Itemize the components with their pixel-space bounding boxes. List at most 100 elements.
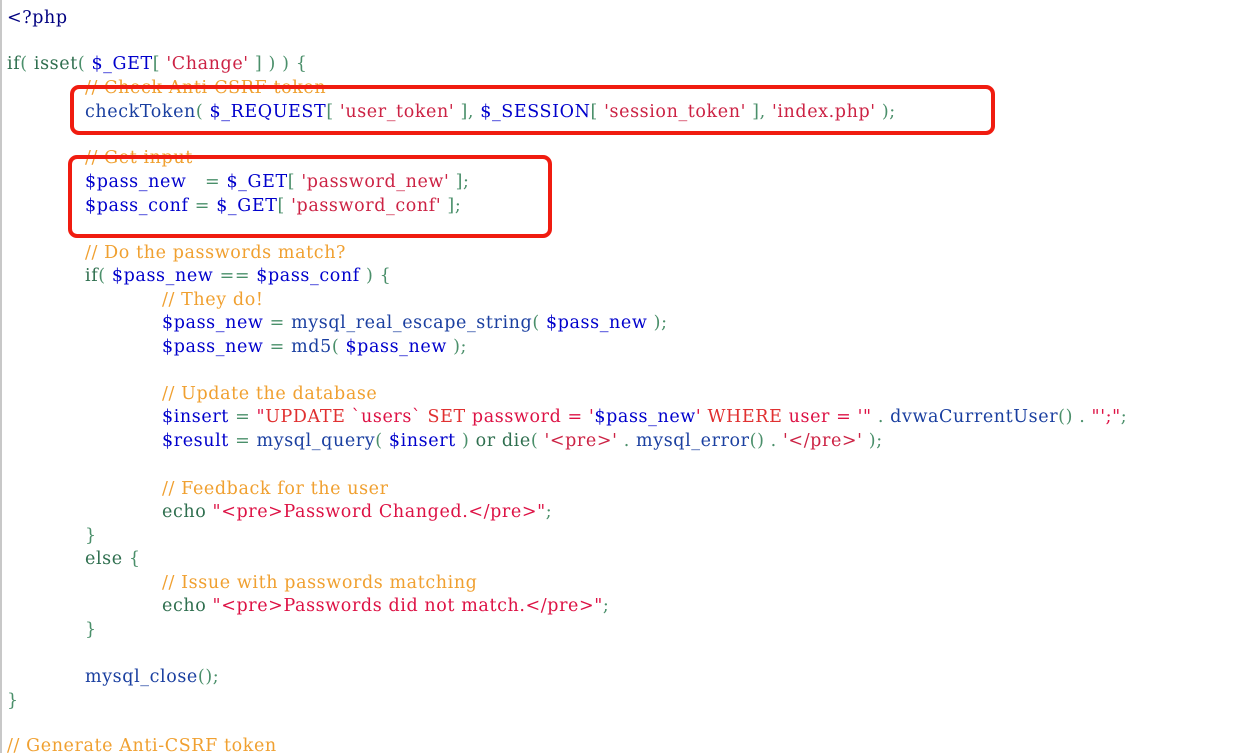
- code-token: mysql_error: [636, 431, 750, 451]
- code-string: 'index.php': [772, 102, 876, 122]
- code-punctuation: [: [288, 172, 295, 192]
- code-punctuation: );: [869, 431, 883, 451]
- code-comment: // Get input: [85, 148, 193, 168]
- code-comment: // Generate Anti-CSRF token: [7, 736, 277, 753]
- code-line: checkToken( $_REQUEST[ 'user_token' ], $…: [85, 100, 896, 124]
- code-punctuation: =: [235, 407, 250, 427]
- code-punctuation: ];: [447, 196, 461, 216]
- code-punctuation: =: [235, 431, 250, 451]
- code-punctuation: .: [1079, 407, 1085, 427]
- code-punctuation: {: [129, 549, 141, 569]
- code-punctuation: .: [771, 431, 777, 451]
- code-punctuation: ],: [752, 102, 766, 122]
- code-token: die: [502, 431, 531, 451]
- code-string: 'password_conf': [291, 196, 441, 216]
- code-line: echo "<pre>Password Changed.</pre>";: [162, 500, 552, 524]
- code-line: // Check Anti-CSRF token: [85, 76, 326, 100]
- code-string: '<pre>': [544, 431, 617, 451]
- code-punctuation: (: [196, 102, 203, 122]
- code-line: }: [85, 618, 97, 642]
- code-token: $_SESSION: [480, 102, 590, 122]
- code-line: mysql_close();: [85, 665, 219, 689]
- code-token: $pass_new: [112, 266, 214, 286]
- code-token: $pass_new: [162, 337, 264, 357]
- code-token: else: [85, 549, 123, 569]
- code-line: }: [85, 524, 97, 548]
- code-line: // Feedback for the user: [162, 477, 389, 501]
- code-line: // Issue with passwords matching: [162, 571, 478, 595]
- code-punctuation: [: [278, 196, 285, 216]
- code-punctuation: );: [882, 102, 896, 122]
- code-token: or: [476, 431, 496, 451]
- code-line: echo "<pre>Passwords did not match.</pre…: [162, 594, 609, 618]
- code-punctuation: (): [1058, 407, 1073, 427]
- code-sql-keyword: WHERE: [707, 407, 782, 427]
- code-punctuation: ==: [220, 266, 251, 286]
- code-token: echo: [162, 596, 206, 616]
- code-punctuation: ): [269, 54, 276, 74]
- code-punctuation: (: [20, 54, 27, 74]
- code-line: $pass_new = md5( $pass_new );: [162, 335, 467, 359]
- code-token: $_GET: [226, 172, 287, 192]
- code-token: mysql_query: [257, 431, 376, 451]
- code-token: $insert: [162, 407, 229, 427]
- code-punctuation: ;: [546, 502, 553, 522]
- code-token: dvwaCurrentUser: [890, 407, 1058, 427]
- code-punctuation: ();: [198, 667, 219, 687]
- code-punctuation: {: [296, 54, 308, 74]
- code-comment: // Issue with passwords matching: [162, 573, 478, 593]
- code-punctuation: ): [282, 54, 289, 74]
- code-punctuation: (: [78, 54, 85, 74]
- code-punctuation: ],: [460, 102, 474, 122]
- code-token: echo: [162, 502, 206, 522]
- code-punctuation: (: [532, 313, 539, 333]
- code-comment: // Check Anti-CSRF token: [85, 78, 326, 98]
- code-punctuation: ): [366, 266, 373, 286]
- code-sql-keyword: SET: [427, 407, 465, 427]
- code-string: 'password_new': [301, 172, 449, 192]
- code-line: if( $pass_new == $pass_conf ) {: [85, 264, 391, 288]
- code-string: "';": [1092, 407, 1121, 427]
- code-comment: // They do!: [162, 290, 263, 310]
- code-punctuation: (: [98, 266, 105, 286]
- code-token: $pass_conf: [256, 266, 360, 286]
- code-punctuation: );: [453, 337, 467, 357]
- code-token: $pass_new: [162, 313, 264, 333]
- code-token: checkToken: [85, 102, 196, 122]
- code-string: "<pre>Password Changed.</pre>": [213, 502, 546, 522]
- code-variable: $pass_new: [594, 407, 696, 427]
- code-punctuation: }: [7, 691, 19, 711]
- code-punctuation: =: [270, 313, 285, 333]
- code-punctuation: ]: [255, 54, 262, 74]
- code-line: $pass_new = $_GET[ 'password_new' ];: [85, 170, 470, 194]
- code-string: '</pre>': [783, 431, 863, 451]
- code-line: $pass_conf = $_GET[ 'password_conf' ];: [85, 194, 461, 218]
- code-punctuation: (): [750, 431, 765, 451]
- code-line: <?php: [7, 6, 68, 30]
- code-token: md5: [291, 337, 332, 357]
- code-token: $pass_conf: [85, 196, 189, 216]
- code-punctuation: (: [332, 337, 339, 357]
- code-punctuation: .: [624, 431, 630, 451]
- code-token: if: [7, 54, 20, 74]
- code-line: }: [7, 689, 19, 713]
- code-punctuation: ): [462, 431, 469, 451]
- code-token: if: [85, 266, 98, 286]
- code-line: if( isset( $_GET[ 'Change' ] ) ) {: [7, 52, 307, 76]
- code-sql-keyword: UPDATE: [265, 407, 345, 427]
- code-line: // Update the database: [162, 382, 377, 406]
- code-punctuation: =: [205, 172, 220, 192]
- code-string: "<pre>Passwords did not match.</pre>": [213, 596, 603, 616]
- code-token: $pass_new: [85, 172, 187, 192]
- code-punctuation: );: [654, 313, 668, 333]
- code-token: mysql_real_escape_string: [291, 313, 532, 333]
- code-token: $pass_new: [345, 337, 447, 357]
- code-token: $_GET: [91, 54, 152, 74]
- code-line: // Generate Anti-CSRF token: [7, 734, 277, 753]
- code-line: else {: [85, 547, 141, 571]
- code-line: $result = mysql_query( $insert ) or die(…: [162, 429, 883, 453]
- code-line: $pass_new = mysql_real_escape_string( $p…: [162, 311, 668, 335]
- code-token: $_GET: [216, 196, 277, 216]
- php-code-block: <?phpif( isset( $_GET[ 'Change' ] ) ) {/…: [0, 0, 1258, 753]
- code-token: $pass_new: [546, 313, 648, 333]
